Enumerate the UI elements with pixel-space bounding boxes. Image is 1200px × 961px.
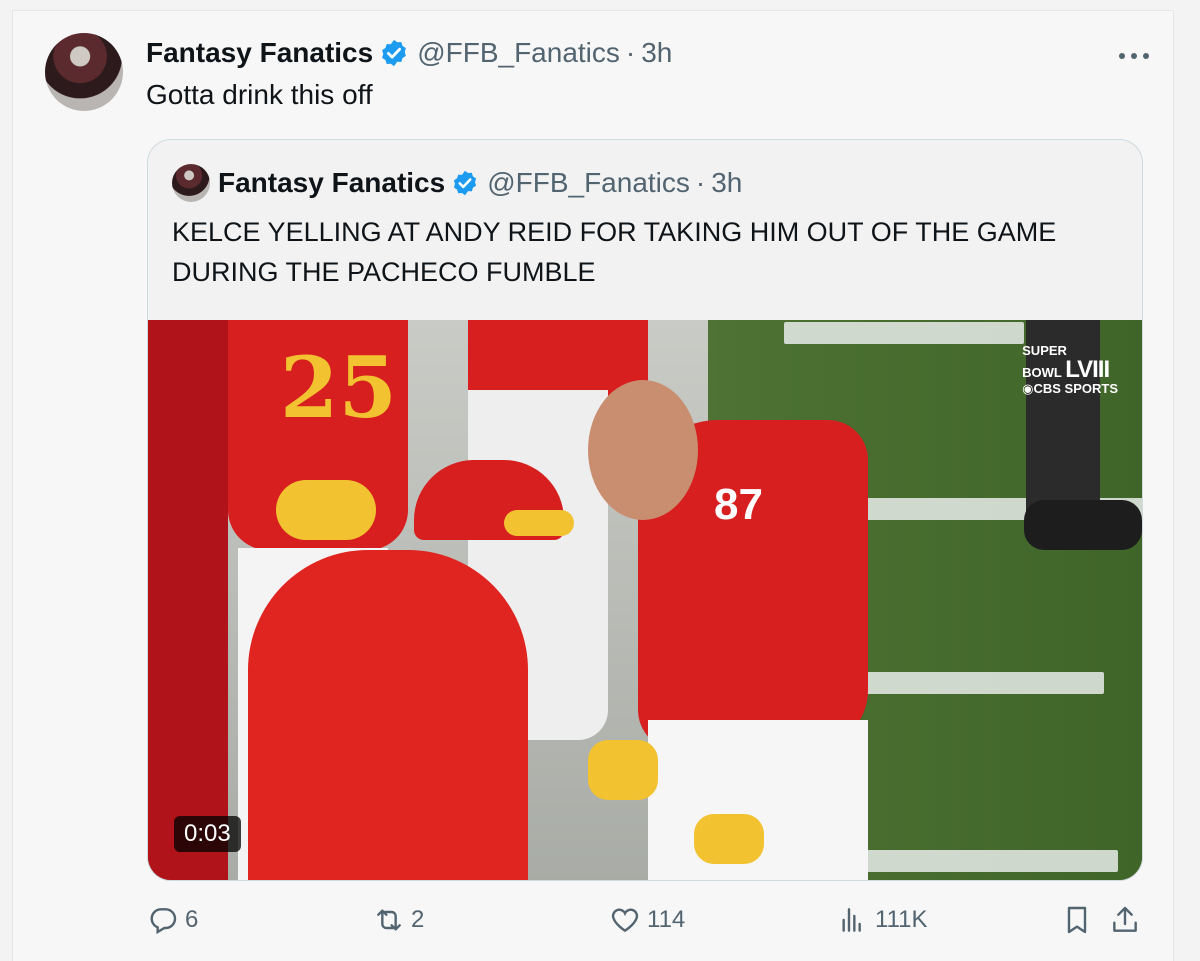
quoted-tweet-header: Fantasy Fanatics @FFB_Fanatics · 3h: [218, 166, 742, 200]
reply-count: 6: [185, 906, 199, 933]
field-yard-line: [864, 672, 1104, 694]
more-options-icon[interactable]: [1117, 49, 1151, 63]
coach-cap-brim: [504, 510, 574, 536]
logo-numeral: LVIII: [1065, 356, 1110, 383]
jersey-number-87: 87: [714, 480, 763, 529]
tweet-timestamp[interactable]: 3h: [641, 35, 672, 71]
glove-yellow: [694, 814, 764, 864]
views-button[interactable]: 111K: [837, 895, 928, 945]
reply-button[interactable]: 6: [147, 895, 198, 945]
share-button[interactable]: [1109, 895, 1147, 945]
verified-badge-icon: [454, 170, 477, 196]
author-handle[interactable]: @FFB_Fanatics: [417, 35, 620, 71]
bookmark-button[interactable]: [1061, 895, 1099, 945]
repost-count: 2: [411, 906, 425, 933]
kelce-head: [588, 380, 698, 520]
bookmark-icon: [1067, 906, 1087, 934]
quoted-tweet[interactable]: Fantasy Fanatics @FFB_Fanatics · 3h KELC…: [147, 139, 1143, 881]
reply-icon: [150, 908, 177, 935]
repost-icon: [377, 909, 401, 931]
broadcast-logo: SUPER BOWL LVIII ◉CBS SPORTS: [1022, 343, 1118, 396]
logo-network: CBS SPORTS: [1033, 381, 1118, 396]
video-player[interactable]: 25 87 SUPER BOWL LVIII ◉CBS SPORTS 0:03: [148, 320, 1142, 880]
action-bar: 6 2 114 111K: [147, 895, 1147, 945]
like-icon: [611, 908, 639, 933]
glove-yellow: [276, 480, 376, 540]
like-count: 114: [647, 906, 686, 933]
official-shoe: [1024, 500, 1142, 550]
like-button[interactable]: 114: [609, 895, 685, 945]
person-edge-left: [148, 320, 228, 880]
field-yard-line: [848, 850, 1118, 872]
jersey-number-25: 25: [280, 338, 397, 437]
logo-super: SUPER: [1022, 343, 1067, 358]
repost-button[interactable]: 2: [373, 895, 424, 945]
coach-body: [248, 550, 528, 880]
share-icon: [1113, 906, 1137, 932]
logo-bowl: BOWL: [1022, 365, 1062, 380]
quoted-author-handle[interactable]: @FFB_Fanatics: [487, 166, 690, 200]
field-yard-line: [784, 322, 1024, 344]
separator-dot: ·: [625, 37, 636, 68]
quoted-author-name[interactable]: Fantasy Fanatics: [218, 166, 445, 200]
tweet-text: Gotta drink this off: [146, 79, 373, 110]
author-avatar[interactable]: [45, 33, 123, 111]
views-icon: [842, 908, 861, 932]
glove-yellow: [588, 740, 658, 800]
author-name[interactable]: Fantasy Fanatics: [146, 35, 373, 71]
views-count: 111K: [875, 906, 928, 933]
tweet-header: Fantasy Fanatics @FFB_Fanatics · 3h: [146, 35, 672, 71]
video-timer: 0:03: [174, 816, 241, 852]
verified-badge-icon: [382, 39, 407, 67]
quoted-tweet-text: KELCE YELLING AT ANDY REID FOR TAKING HI…: [172, 217, 1057, 287]
quoted-timestamp[interactable]: 3h: [711, 166, 742, 200]
separator-dot: ·: [695, 167, 706, 198]
quoted-author-avatar[interactable]: [172, 164, 210, 202]
tweet-card[interactable]: Fantasy Fanatics @FFB_Fanatics · 3h Gott…: [12, 10, 1174, 961]
